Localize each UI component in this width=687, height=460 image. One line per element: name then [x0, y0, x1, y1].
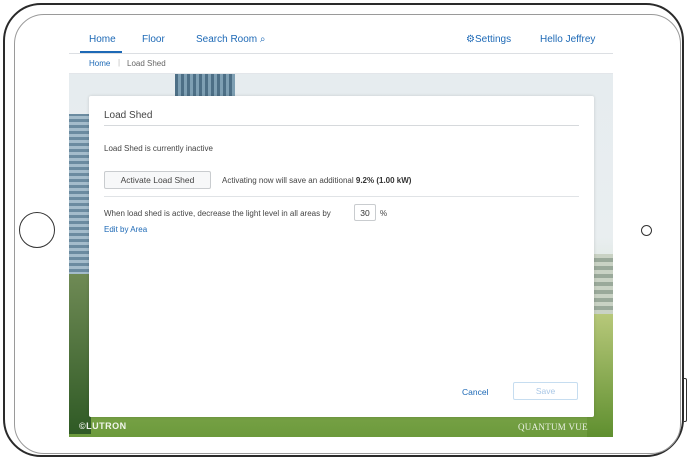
decrease-level-label: When load shed is active, decrease the l…: [104, 209, 331, 218]
percent-unit: %: [380, 209, 388, 218]
cancel-button[interactable]: Cancel: [462, 387, 488, 397]
decrease-percent-input[interactable]: [354, 204, 376, 221]
divider: [104, 196, 579, 197]
edit-by-area-link[interactable]: Edit by Area: [104, 225, 147, 234]
breadcrumb-separator: |: [118, 58, 121, 67]
breadcrumb-home[interactable]: Home: [89, 59, 110, 68]
divider: [104, 125, 579, 126]
savings-note: Activating now will save an additional 9…: [222, 176, 411, 185]
screen: Home Floor Search Room ⌕ ⚙Settings Hello…: [69, 27, 613, 437]
nav-search-room[interactable]: Search Room ⌕: [196, 34, 266, 45]
quantum-vue-logo: QUANTUM VUE: [518, 422, 588, 432]
nav-home-active-indicator: [80, 51, 122, 53]
nav-settings-label: Settings: [474, 34, 512, 45]
load-shed-status: Load Shed is currently inactive: [104, 144, 213, 153]
activate-load-shed-button[interactable]: Activate Load Shed: [104, 171, 211, 189]
home-button: [19, 212, 55, 248]
dialog-title: Load Shed: [104, 110, 153, 121]
save-button[interactable]: Save: [513, 382, 578, 400]
breadcrumb-current: Load Shed: [127, 59, 166, 68]
load-shed-dialog: Load Shed Load Shed is currently inactiv…: [89, 96, 594, 417]
camera: [641, 225, 652, 236]
nav-search-room-label: Search Room: [196, 34, 258, 45]
savings-note-prefix: Activating now will save an additional: [222, 176, 354, 185]
search-icon: ⌕: [259, 34, 266, 45]
background-building: [175, 74, 235, 96]
nav-floor[interactable]: Floor: [142, 34, 165, 45]
savings-value: 9.2% (1.00 kW): [355, 176, 412, 185]
nav-home[interactable]: Home: [89, 34, 116, 45]
lutron-logo: ©LUTRON: [79, 421, 127, 431]
gear-icon: ⚙: [466, 34, 475, 45]
background-trees: [69, 274, 91, 434]
breadcrumb: Home | Load Shed: [69, 54, 613, 74]
nav-settings[interactable]: ⚙Settings: [466, 34, 511, 45]
user-greeting-menu[interactable]: Hello Jeffrey: [540, 34, 595, 45]
top-navigation: Home Floor Search Room ⌕ ⚙Settings Hello…: [69, 27, 613, 54]
